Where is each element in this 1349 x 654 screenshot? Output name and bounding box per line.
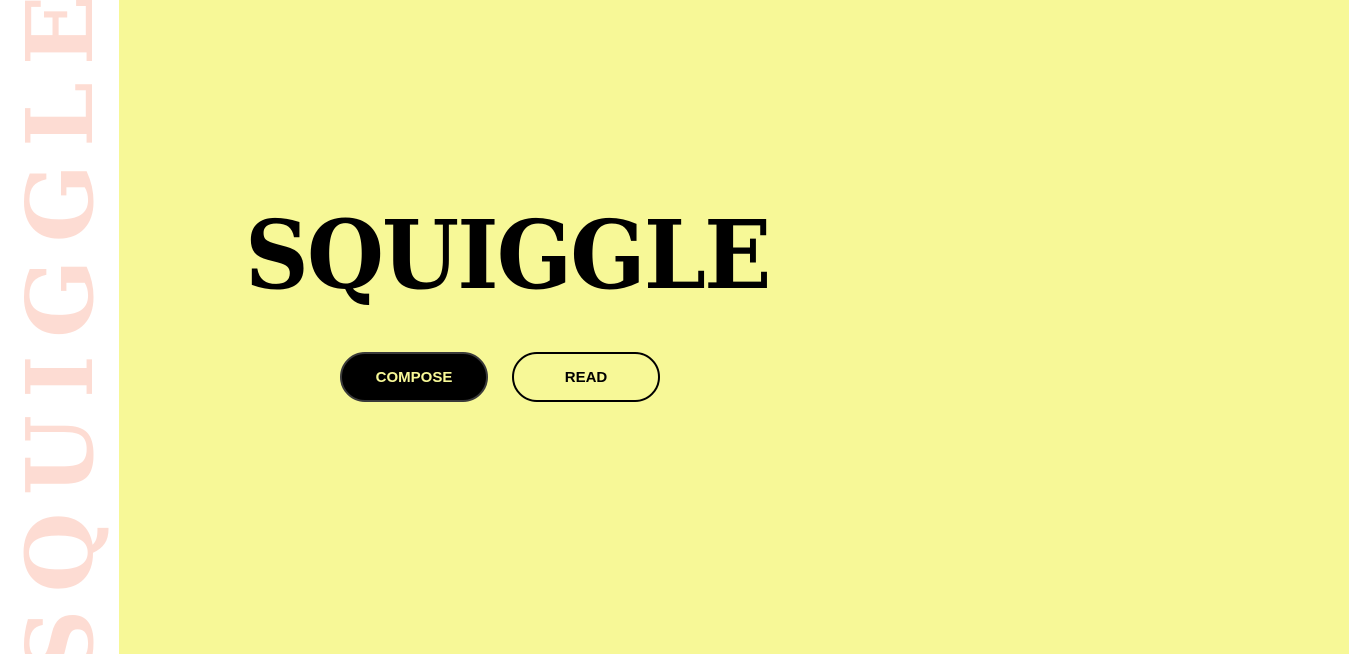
hero-section: SQUIGGLE COMPOSE READ xyxy=(119,0,1349,654)
read-button[interactable]: READ xyxy=(512,352,660,402)
sidebar-brand-text: SQUIGGLE xyxy=(6,0,114,654)
compose-button[interactable]: COMPOSE xyxy=(340,352,488,402)
page: SQUIGGLE SQUIGGLE COMPOSE READ xyxy=(0,0,1349,654)
hero-title: SQUIGGLE xyxy=(245,200,771,311)
sidebar: SQUIGGLE xyxy=(0,0,119,654)
